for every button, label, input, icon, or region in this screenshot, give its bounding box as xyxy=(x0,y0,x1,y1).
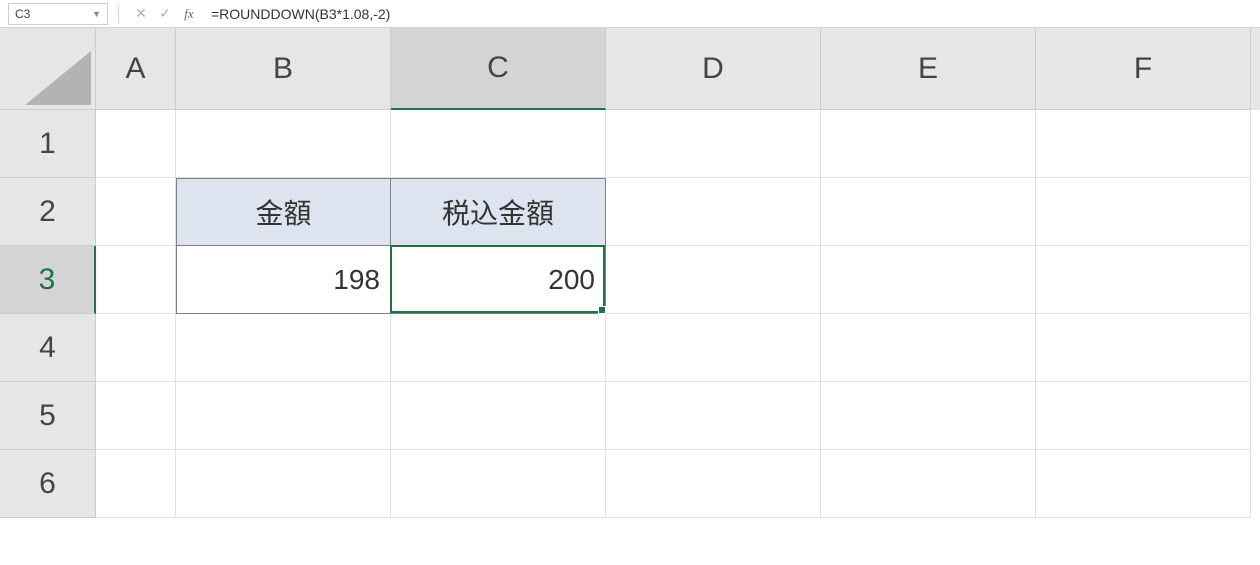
divider xyxy=(118,5,119,23)
cell-E5[interactable] xyxy=(821,382,1036,450)
cell-A5[interactable] xyxy=(96,382,176,450)
cell-C2[interactable]: 税込金額 xyxy=(391,178,606,246)
cell-E1[interactable] xyxy=(821,110,1036,178)
row-headers: 123456 xyxy=(0,110,96,518)
cell-E3[interactable] xyxy=(821,246,1036,314)
cell-F1[interactable] xyxy=(1036,110,1251,178)
cell-C3[interactable]: 200 xyxy=(391,246,606,314)
row-header-5[interactable]: 5 xyxy=(0,382,96,450)
cell-D3[interactable] xyxy=(606,246,821,314)
cell-E2[interactable] xyxy=(821,178,1036,246)
cell-B6[interactable] xyxy=(176,450,391,518)
formula-bar: C3 ▼ ✕ ✓ fx xyxy=(0,0,1260,28)
cell-A6[interactable] xyxy=(96,450,176,518)
cell-A1[interactable] xyxy=(96,110,176,178)
fx-icon[interactable]: fx xyxy=(179,4,199,24)
row-header-6[interactable]: 6 xyxy=(0,450,96,518)
cell-C4[interactable] xyxy=(391,314,606,382)
column-headers: ABCDEF xyxy=(96,28,1260,110)
name-box-value: C3 xyxy=(15,7,30,21)
row-header-4[interactable]: 4 xyxy=(0,314,96,382)
cell-A4[interactable] xyxy=(96,314,176,382)
select-all-corner[interactable] xyxy=(0,28,96,110)
row-header-3[interactable]: 3 xyxy=(0,246,96,314)
cell-B5[interactable] xyxy=(176,382,391,450)
cell-F5[interactable] xyxy=(1036,382,1251,450)
cell-C6[interactable] xyxy=(391,450,606,518)
cell-F2[interactable] xyxy=(1036,178,1251,246)
cancel-icon[interactable]: ✕ xyxy=(131,4,151,24)
cell-B3[interactable]: 198 xyxy=(176,246,391,314)
column-header-E[interactable]: E xyxy=(821,28,1036,110)
confirm-icon[interactable]: ✓ xyxy=(155,4,175,24)
cell-B4[interactable] xyxy=(176,314,391,382)
cell-D6[interactable] xyxy=(606,450,821,518)
cell-F3[interactable] xyxy=(1036,246,1251,314)
cell-C5[interactable] xyxy=(391,382,606,450)
cell-D4[interactable] xyxy=(606,314,821,382)
cell-D2[interactable] xyxy=(606,178,821,246)
cell-F6[interactable] xyxy=(1036,450,1251,518)
cell-C1[interactable] xyxy=(391,110,606,178)
cell-D1[interactable] xyxy=(606,110,821,178)
dropdown-icon[interactable]: ▼ xyxy=(92,9,101,19)
cell-B1[interactable] xyxy=(176,110,391,178)
row-header-2[interactable]: 2 xyxy=(0,178,96,246)
cell-D5[interactable] xyxy=(606,382,821,450)
row-header-1[interactable]: 1 xyxy=(0,110,96,178)
cell-E4[interactable] xyxy=(821,314,1036,382)
cell-F4[interactable] xyxy=(1036,314,1251,382)
formula-input[interactable] xyxy=(201,0,1260,27)
cell-B2[interactable]: 金額 xyxy=(176,178,391,246)
column-header-D[interactable]: D xyxy=(606,28,821,110)
column-header-A[interactable]: A xyxy=(96,28,176,110)
cell-E6[interactable] xyxy=(821,450,1036,518)
cell-A3[interactable] xyxy=(96,246,176,314)
column-header-F[interactable]: F xyxy=(1036,28,1251,110)
column-header-C[interactable]: C xyxy=(391,28,606,110)
name-box[interactable]: C3 ▼ xyxy=(8,3,108,25)
cell-A2[interactable] xyxy=(96,178,176,246)
column-header-B[interactable]: B xyxy=(176,28,391,110)
